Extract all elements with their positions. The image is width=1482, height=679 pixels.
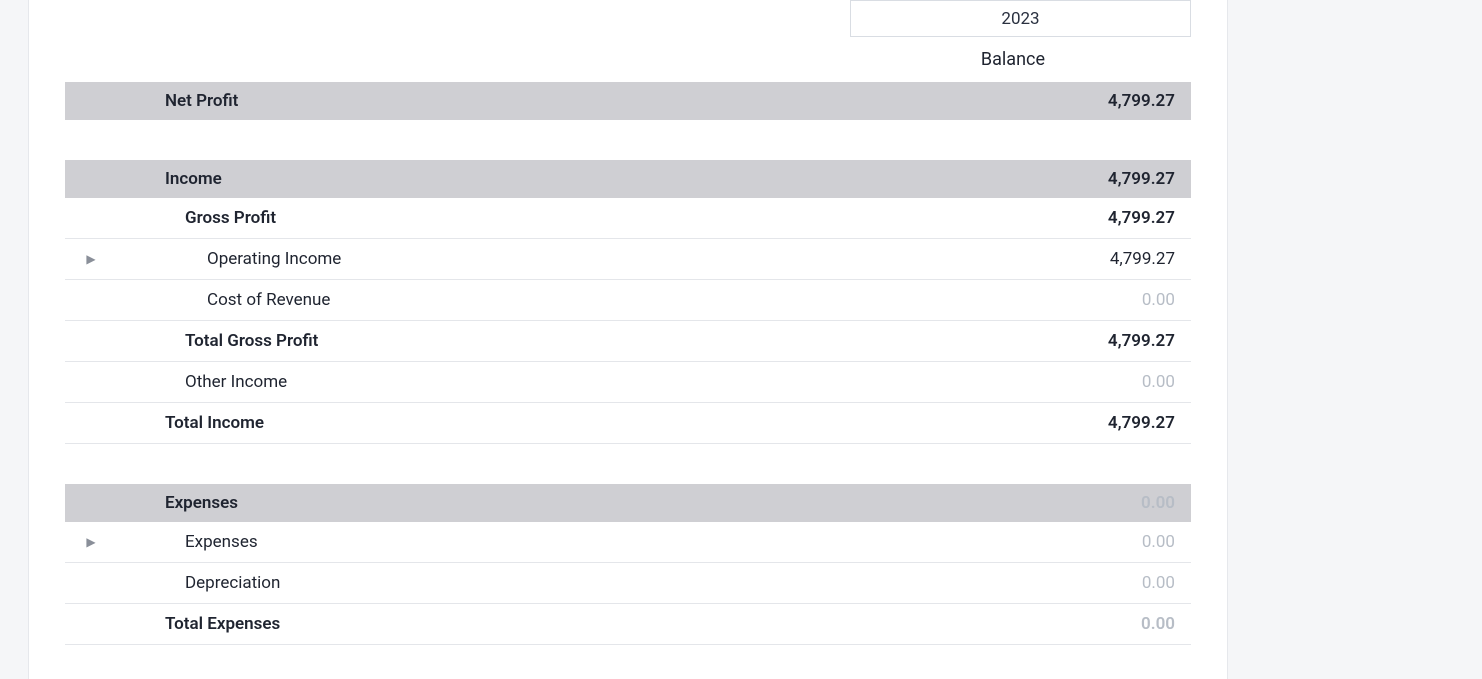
report-page: 2023 Balance Net Profit 4,799.27 Income … [28,0,1228,679]
total-income-value: 4,799.27 [915,403,1191,444]
expenses-table: Expenses 0.00 ▶ Expenses 0.00 Depreciati… [65,484,1191,645]
other-income-value: 0.00 [915,362,1191,403]
income-header-row[interactable]: Income 4,799.27 [65,160,1191,198]
expenses-header-row[interactable]: Expenses 0.00 [65,484,1191,522]
income-table: Income 4,799.27 Gross Profit 4,799.27 ▶ … [65,160,1191,484]
operating-income-value: 4,799.27 [915,239,1191,280]
total-expenses-label: Total Expenses [117,603,957,644]
expenses-header-label: Expenses [117,484,957,522]
total-gross-profit-row[interactable]: Total Gross Profit 4,799.27 [65,321,1191,362]
total-income-label: Total Income [117,403,915,444]
income-header-value: 4,799.27 [915,160,1191,198]
expenses-row-value: 0.00 [957,522,1191,563]
balance-header: Balance [65,37,1191,82]
operating-income-label: Operating Income [117,239,915,280]
expenses-row[interactable]: ▶ Expenses 0.00 [65,522,1191,563]
spacer-row [65,120,1191,160]
gross-profit-label: Gross Profit [117,198,915,239]
gross-profit-value: 4,799.27 [915,198,1191,239]
spacer-row [65,444,1191,484]
year-label: 2023 [1001,9,1039,29]
income-header-label: Income [117,160,915,198]
other-income-label: Other Income [117,362,915,403]
depreciation-value: 0.00 [957,562,1191,603]
net-profit-label: Net Profit [117,82,786,120]
total-expenses-row[interactable]: Total Expenses 0.00 [65,603,1191,644]
total-expenses-value: 0.00 [957,603,1191,644]
expenses-row-label: Expenses [117,522,957,563]
expenses-header-value: 0.00 [957,484,1191,522]
other-income-row[interactable]: Other Income 0.00 [65,362,1191,403]
net-profit-table: Net Profit 4,799.27 [65,82,1191,160]
year-cell: 2023 [850,0,1191,37]
total-income-row[interactable]: Total Income 4,799.27 [65,403,1191,444]
depreciation-label: Depreciation [117,562,957,603]
expand-icon[interactable]: ▶ [86,535,95,549]
total-gross-profit-label: Total Gross Profit [117,321,915,362]
net-profit-row: Net Profit 4,799.27 [65,82,1191,120]
depreciation-row[interactable]: Depreciation 0.00 [65,562,1191,603]
expand-icon[interactable]: ▶ [86,252,95,266]
cost-of-revenue-label: Cost of Revenue [117,280,915,321]
cost-of-revenue-value: 0.00 [915,280,1191,321]
net-profit-value: 4,799.27 [786,82,1191,120]
gross-profit-row[interactable]: Gross Profit 4,799.27 [65,198,1191,239]
total-gross-profit-value: 4,799.27 [915,321,1191,362]
cost-of-revenue-row[interactable]: Cost of Revenue 0.00 [65,280,1191,321]
operating-income-row[interactable]: ▶ Operating Income 4,799.27 [65,239,1191,280]
